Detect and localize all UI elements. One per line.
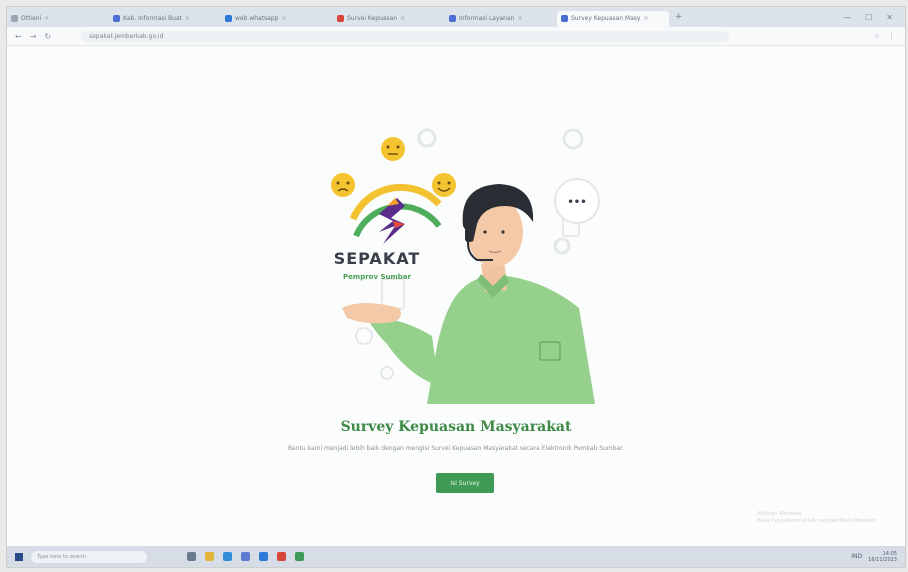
page-subtitle: Bantu kami menjadi lebih baik dengan men… [287,445,625,452]
activation-watermark: Aktifkan Windows Buka Pengaturan untuk m… [757,511,877,525]
speech-bubble-dots: ••• [567,197,586,208]
start-button[interactable] [15,552,23,561]
person-arm [367,317,439,386]
browser-tab[interactable]: Informasi Layanan × [445,11,557,27]
person-shirt [427,275,595,404]
watermark-line: Buka Pengaturan untuk mengaktifkan Windo… [757,518,878,524]
person-eye [501,230,505,234]
new-tab-button[interactable]: + [669,12,689,22]
browser-toolbar: ☆ ⋮ [874,32,905,40]
nav-buttons: ← → ↻ [7,32,51,41]
browser-tab-strip: Ottieni × Kab. Informasi Buat × web.whatsapp… [7,7,905,27]
happy-emoji-icon [432,173,456,197]
tab-close-icon[interactable]: × [44,15,49,22]
survey-landing-page: SEPAKAT Pemprov Sumbar ••• Survey Kepuas… [7,46,905,546]
tab-close-icon[interactable]: × [400,15,405,22]
gear-icon [417,128,437,148]
person-eye [483,230,487,234]
tab-label: web.whatsapp [235,15,279,22]
tab-label: Informasi Layanan [459,15,515,22]
tab-label: Survei Kepuasan [347,15,398,22]
page-title: Survey Kepuasan Masyarakat [340,419,572,435]
neutral-emoji-icon [381,137,405,161]
clock[interactable]: 14:05 16/11/2023 [868,551,897,563]
headset-earpiece [465,228,473,242]
browser-menu-icon[interactable]: ⋮ [888,32,895,40]
maximize-button[interactable]: ☐ [865,13,872,22]
watermark-line: Aktifkan Windows [757,511,802,517]
address-bar: ← → ↻ sepakat.jemberkab.go.id ☆ ⋮ [7,27,905,46]
tab-close-icon[interactable]: × [517,15,522,22]
clock-date: 16/11/2023 [868,556,897,563]
start-survey-button[interactable]: Isi Survey [436,473,494,493]
sad-emoji-icon [331,173,355,197]
language-indicator[interactable]: IND [851,553,862,560]
tab-close-icon[interactable]: × [185,15,190,22]
close-window-button[interactable]: ✕ [886,13,893,22]
browser-tab[interactable]: Ottieni × [7,11,109,27]
taskbar-search[interactable]: Type here to search [31,550,147,563]
system-tray: IND 14:05 16/11/2023 [851,551,905,563]
store-icon[interactable] [241,552,250,561]
app-icon[interactable] [295,552,304,561]
gear-icon [553,237,571,255]
browser-tab[interactable]: Kab. Informasi Buat × [109,11,221,27]
monitor-screen: Ottieni × Kab. Informasi Buat × web.whatsapp… [6,6,906,568]
tab-favicon-icon [11,15,18,22]
mail-icon[interactable] [259,552,268,561]
browser-tab[interactable]: web.whatsapp × [221,11,333,27]
tab-favicon-icon [225,15,232,22]
reload-button[interactable]: ↻ [44,32,51,41]
bubble-doodle [380,366,394,380]
location-pin-icon [562,128,584,150]
window-controls: — ☐ ✕ [843,13,905,22]
back-button[interactable]: ← [15,32,22,41]
tab-label: Ottieni [21,15,42,22]
forward-button[interactable]: → [30,32,37,41]
tab-label: Survey Kepuasan Masy [571,15,641,22]
tab-favicon-icon [337,15,344,22]
task-view-icon[interactable] [187,552,196,561]
file-explorer-icon[interactable] [205,552,214,561]
survey-illustration: SEPAKAT Pemprov Sumbar ••• [331,128,600,404]
url-field[interactable]: sepakat.jemberkab.go.id [81,30,730,42]
tab-label: Kab. Informasi Buat [123,15,183,22]
tab-favicon-icon [561,15,568,22]
browser-tab[interactable]: Survei Kepuasan × [333,11,445,27]
minimize-button[interactable]: — [843,13,851,22]
tab-favicon-icon [113,15,120,22]
windows-taskbar: Type here to search IND 14:05 16/11/2023 [7,546,905,567]
chrome-icon[interactable] [277,552,286,561]
taskbar-apps [187,552,304,561]
logo-name: SEPAKAT [334,249,421,268]
bookmark-star-icon[interactable]: ☆ [874,32,880,40]
bubble-doodle [355,327,373,345]
browser-tab[interactable]: Survey Kepuasan Masy × [557,10,669,27]
tab-close-icon[interactable]: × [643,15,648,22]
logo-tagline: Pemprov Sumbar [343,273,411,281]
tab-close-icon[interactable]: × [281,15,286,22]
url-text: sepakat.jemberkab.go.id [89,32,164,40]
taskbar-search-placeholder: Type here to search [37,553,87,560]
tab-favicon-icon [449,15,456,22]
person-hand [342,303,401,324]
sepakat-logo-mark [379,198,405,244]
edge-icon[interactable] [223,552,232,561]
document-doodle [381,278,405,310]
